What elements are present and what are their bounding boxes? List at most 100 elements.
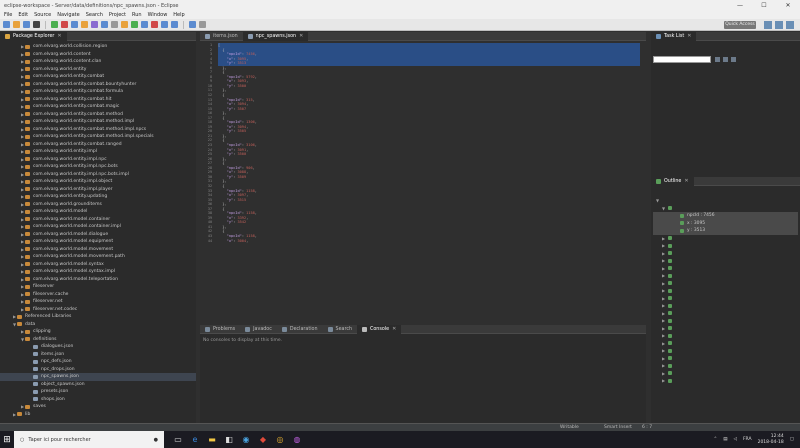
tree-item[interactable]: ▶ com.elvarg.world.entity.impl.npc (0, 156, 196, 164)
tree-item[interactable]: ▶ fileserver.net (0, 298, 196, 306)
tray-up-icon[interactable]: ⌃ (713, 437, 717, 442)
tree-item[interactable]: ▶ com.elvarg.world.grounditems (0, 201, 196, 209)
code-area[interactable]: [ { "npcId": 7456, "x": 3095, "y": 3513 … (218, 43, 640, 323)
save-all-icon[interactable] (23, 21, 30, 28)
outline-item[interactable]: ▶ (653, 250, 798, 258)
last-edit-icon[interactable] (199, 21, 206, 28)
outline-item[interactable]: ▶ (653, 272, 798, 280)
outline-item[interactable]: ▶ (653, 355, 798, 363)
microphone-icon[interactable]: ● (154, 437, 158, 443)
expand-arrow-icon[interactable]: ▶ (661, 266, 666, 271)
menu-item-edit[interactable]: Edit (18, 12, 28, 18)
tree-item[interactable]: ▶ com.elvarg.world.model.container.impl (0, 223, 196, 231)
tab-console[interactable]: Console ✕ (357, 324, 402, 334)
windows-start-icon[interactable]: ⊞ (0, 431, 14, 448)
outline-item[interactable]: ▶ (653, 317, 798, 325)
outline-item[interactable]: ▶ (653, 302, 798, 310)
print-icon[interactable] (33, 21, 40, 28)
tab-outline[interactable]: Outline ✕ (651, 176, 694, 186)
expand-arrow-icon[interactable]: ▶ (661, 273, 666, 278)
clock[interactable]: 12:44 2018-04-18 (758, 434, 784, 446)
tree-item[interactable]: ▶ com.elvarg.world.entity.combat (0, 73, 196, 81)
java-perspective-icon[interactable] (775, 21, 783, 29)
taskbar-search-box[interactable]: ○ Taper ici pour rechercher ● (14, 431, 164, 448)
outline-item[interactable]: ▼ (653, 197, 798, 205)
tree-item[interactable]: ▶ com.elvarg.world.entity (0, 66, 196, 74)
expand-arrow-icon[interactable]: ▶ (661, 303, 666, 308)
tab-search[interactable]: Search (323, 325, 357, 334)
outline-item[interactable]: ▶ (653, 265, 798, 273)
new-package-icon[interactable] (111, 21, 118, 28)
tree-item[interactable]: ▶ com.elvarg.world.model.equipment (0, 238, 196, 246)
menu-item-source[interactable]: Source (34, 12, 51, 18)
volume-icon[interactable]: ◁ (733, 437, 736, 442)
outline-item[interactable]: ▶ (653, 347, 798, 355)
expand-arrow-icon[interactable]: ▼ (661, 206, 666, 211)
tree-item[interactable]: ▶ com.elvarg.world.content.clan (0, 58, 196, 66)
perspective-icon[interactable] (764, 21, 772, 29)
tree-item[interactable]: ▶ com.elvarg.world.model.syntax (0, 261, 196, 269)
tree-item[interactable]: shops.json (0, 396, 196, 404)
tree-item[interactable]: ▶ fileserver.cache (0, 291, 196, 299)
tree-item[interactable]: items.json (0, 351, 196, 359)
tree-item[interactable]: ▶ com.elvarg.world.model.teleportation (0, 276, 196, 284)
tree-item[interactable]: ▶ com.elvarg.world.entity.impl.npc.bots.i… (0, 171, 196, 179)
filter-icon[interactable] (715, 57, 720, 62)
expand-arrow-icon[interactable]: ▶ (661, 326, 666, 331)
outline-item[interactable]: ▶ (653, 325, 798, 333)
outline-item[interactable]: ▶ (653, 235, 798, 243)
tab-npc_spawns-json[interactable]: npc_spawns.json ✕ (242, 31, 309, 41)
task-find-input[interactable] (653, 56, 711, 63)
search-icon[interactable] (131, 21, 138, 28)
debug-perspective-icon[interactable] (786, 21, 794, 29)
close-icon[interactable]: ✕ (687, 32, 691, 41)
expand-arrow-icon[interactable]: ▶ (661, 281, 666, 286)
quick-access-field[interactable]: Quick Access (724, 21, 756, 29)
expand-arrow-icon[interactable]: ▶ (661, 371, 666, 376)
outline-item[interactable]: npcId : 7456 (653, 212, 798, 220)
tree-item[interactable]: ▼ definitions (0, 336, 196, 344)
tree-item[interactable]: ▶ com.elvarg.world.entity.impl.npc.bots (0, 163, 196, 171)
eclipse-icon[interactable]: ◍ (291, 434, 303, 446)
expand-arrow-icon[interactable]: ▶ (661, 378, 666, 383)
open-type-icon[interactable] (121, 21, 128, 28)
tree-item[interactable]: ▶ saves (0, 403, 196, 411)
outline-item[interactable]: ▶ (653, 242, 798, 250)
build-icon[interactable] (91, 21, 98, 28)
network-icon[interactable]: ▤ (723, 437, 727, 442)
pin-icon[interactable] (189, 21, 196, 28)
outline-item[interactable]: ▶ (653, 257, 798, 265)
expand-arrow-icon[interactable]: ▶ (661, 251, 666, 256)
tree-item[interactable]: ▶ com.elvarg.world.entity.combat.formula (0, 88, 196, 96)
tree-item[interactable]: ▼ data (0, 321, 196, 329)
tab-task-list[interactable]: Task List ✕ (651, 31, 697, 41)
tab-package-explorer[interactable]: Package Explorer ✕ (0, 31, 67, 41)
outline-item[interactable]: ▶ (653, 287, 798, 295)
tab-problems[interactable]: Problems (200, 325, 240, 334)
tree-item[interactable]: dialogues.json (0, 343, 196, 351)
menu-item-search[interactable]: Search (86, 12, 103, 18)
outline-item[interactable]: x : 3095 (653, 219, 798, 227)
menu-item-help[interactable]: Help (173, 12, 184, 18)
store-icon[interactable]: ◧ (223, 434, 235, 446)
expand-arrow-icon[interactable]: ▶ (661, 243, 666, 248)
close-icon[interactable]: ✕ (684, 177, 688, 186)
expand-arrow-icon[interactable]: ▼ (655, 198, 660, 203)
tree-item[interactable]: ▶ lib (0, 411, 196, 419)
outline-item[interactable]: ▼ (653, 205, 798, 213)
tree-item[interactable]: object_spawns.json (0, 381, 196, 389)
tree-item[interactable]: npc_spawns.json (0, 373, 196, 381)
outline-item[interactable]: ▶ (653, 362, 798, 370)
outline-item[interactable]: y : 3513 (653, 227, 798, 235)
file-explorer-icon[interactable]: ▬ (206, 434, 218, 446)
tree-item[interactable]: ▶ com.elvarg.world.entity.combat.method.i… (0, 126, 196, 134)
next-annotation-icon[interactable] (141, 21, 148, 28)
tree-item[interactable]: ▶ com.elvarg.world.entity.combat.magic (0, 103, 196, 111)
new-file-icon[interactable] (3, 21, 10, 28)
app-icon[interactable]: ◆ (257, 434, 269, 446)
forward-icon[interactable] (171, 21, 178, 28)
outline-item[interactable]: ▶ (653, 280, 798, 288)
outline-item[interactable]: ▶ (653, 377, 798, 385)
tree-item[interactable]: ▶ com.elvarg.world.entity.impl (0, 148, 196, 156)
prev-annotation-icon[interactable] (151, 21, 158, 28)
